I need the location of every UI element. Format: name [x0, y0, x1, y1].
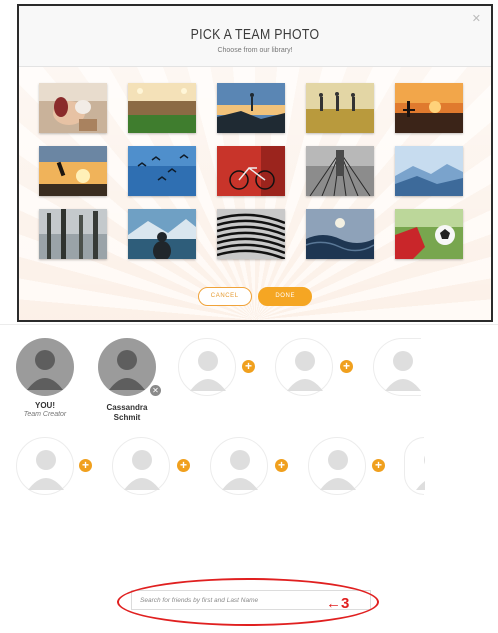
person-silhouette-icon: [109, 350, 145, 390]
photo-red-bicycle-red-wall[interactable]: [217, 146, 285, 196]
annotation-label: ←3: [326, 596, 349, 611]
avatar-cassandra-schmit: [98, 338, 156, 396]
member-name-cassandra-line1: Cassandra: [106, 403, 148, 412]
add-member-plus-icon[interactable]: +: [340, 360, 353, 373]
team-photo-modal: PICK A TEAM PHOTO Choose from our librar…: [17, 4, 493, 322]
photo-hiker-silhouette-sunset[interactable]: [217, 83, 285, 133]
remove-icon[interactable]: ✕: [149, 384, 162, 397]
avatar-you: [16, 338, 74, 396]
add-member-plus-icon[interactable]: +: [242, 360, 255, 373]
empty-slot: [112, 437, 170, 495]
modal-title: PICK A TEAM PHOTO: [190, 26, 320, 43]
person-placeholder-icon: [385, 351, 421, 391]
person-placeholder-icon: [320, 450, 356, 490]
empty-slot: [178, 338, 236, 396]
add-member-plus-icon[interactable]: +: [79, 459, 92, 472]
empty-slot: [210, 437, 268, 495]
member-name-you: YOU!: [35, 401, 55, 410]
modal-subtitle: Choose from our library!: [217, 47, 293, 54]
empty-slot: [275, 338, 333, 396]
photo-blue-mountain-ridges[interactable]: [395, 146, 463, 196]
empty-slot: [308, 437, 366, 495]
person-placeholder-icon: [124, 450, 160, 490]
add-member-plus-icon[interactable]: +: [372, 459, 385, 472]
empty-slot-partial: [373, 338, 421, 396]
photo-stadium-field[interactable]: [128, 83, 196, 133]
section-divider: [0, 324, 498, 325]
member-name-cassandra-line2: Schmit: [113, 413, 141, 422]
photo-person-jumping-sunset[interactable]: [39, 146, 107, 196]
photo-runners-in-field[interactable]: [306, 83, 374, 133]
photo-surfer-at-sunset[interactable]: [395, 83, 463, 133]
modal-body: CANCEL DONE: [19, 67, 491, 320]
cancel-button[interactable]: CANCEL: [197, 287, 252, 306]
annotation-number: 3: [341, 595, 350, 612]
photo-abstract-spiral-lines[interactable]: [217, 209, 285, 259]
person-placeholder-icon: [28, 450, 64, 490]
add-member-plus-icon[interactable]: +: [275, 459, 288, 472]
person-placeholder-icon: [287, 351, 323, 391]
member-role-you: Team Creator: [23, 411, 67, 418]
photo-person-facing-mountain-lake[interactable]: [128, 209, 196, 259]
person-placeholder-icon: [190, 351, 226, 391]
photo-hands-stacked-teamwork[interactable]: [39, 83, 107, 133]
empty-slot: [16, 437, 74, 495]
close-icon[interactable]: ✕: [472, 12, 481, 25]
photo-bridge-cables[interactable]: [306, 146, 374, 196]
photo-birds-in-sky[interactable]: [128, 146, 196, 196]
photo-misty-forest[interactable]: [39, 209, 107, 259]
person-placeholder-icon: [416, 455, 425, 490]
modal-buttons: CANCEL DONE: [19, 287, 491, 306]
empty-slot-partial: [404, 437, 425, 495]
add-member-plus-icon[interactable]: +: [177, 459, 190, 472]
photo-ocean-wave-dusk[interactable]: [306, 209, 374, 259]
modal-header: PICK A TEAM PHOTO Choose from our librar…: [19, 6, 491, 67]
done-button[interactable]: DONE: [258, 287, 313, 306]
photo-soccer-ball-kick[interactable]: [395, 209, 463, 259]
person-silhouette-icon: [27, 350, 63, 390]
left-arrow-icon: ←: [326, 595, 341, 612]
person-placeholder-icon: [222, 450, 258, 490]
